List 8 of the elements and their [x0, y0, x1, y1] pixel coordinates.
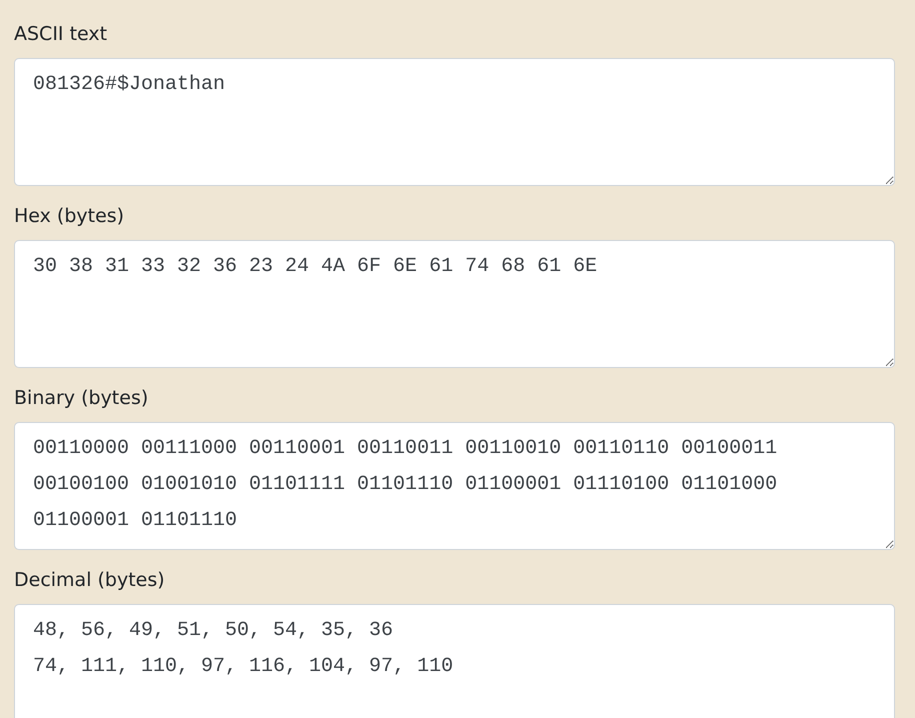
field-label: Decimal (bytes) — [14, 568, 166, 593]
text-area[interactable]: 30 38 31 33 32 36 23 24 4A 6F 6E 61 74 68 61 6E — [14, 240, 895, 368]
field-label: ASCII text — [14, 22, 108, 47]
field-label: Binary (bytes) — [14, 386, 150, 411]
field-label: Hex (bytes) — [14, 204, 126, 229]
text-area[interactable]: 081326#$Jonathan — [14, 58, 895, 186]
text-area[interactable]: 48, 56, 49, 51, 50, 54, 35, 36 74, 111, 110, 97, 116, 104, 97, 110 — [14, 604, 895, 718]
text-area[interactable]: 00110000 00111000 00110001 00110011 00110010 00110110 00100011 00100100 01001010 01101111 01101110 01100001 01110100 01101000 01100001 01101110 — [14, 422, 895, 550]
